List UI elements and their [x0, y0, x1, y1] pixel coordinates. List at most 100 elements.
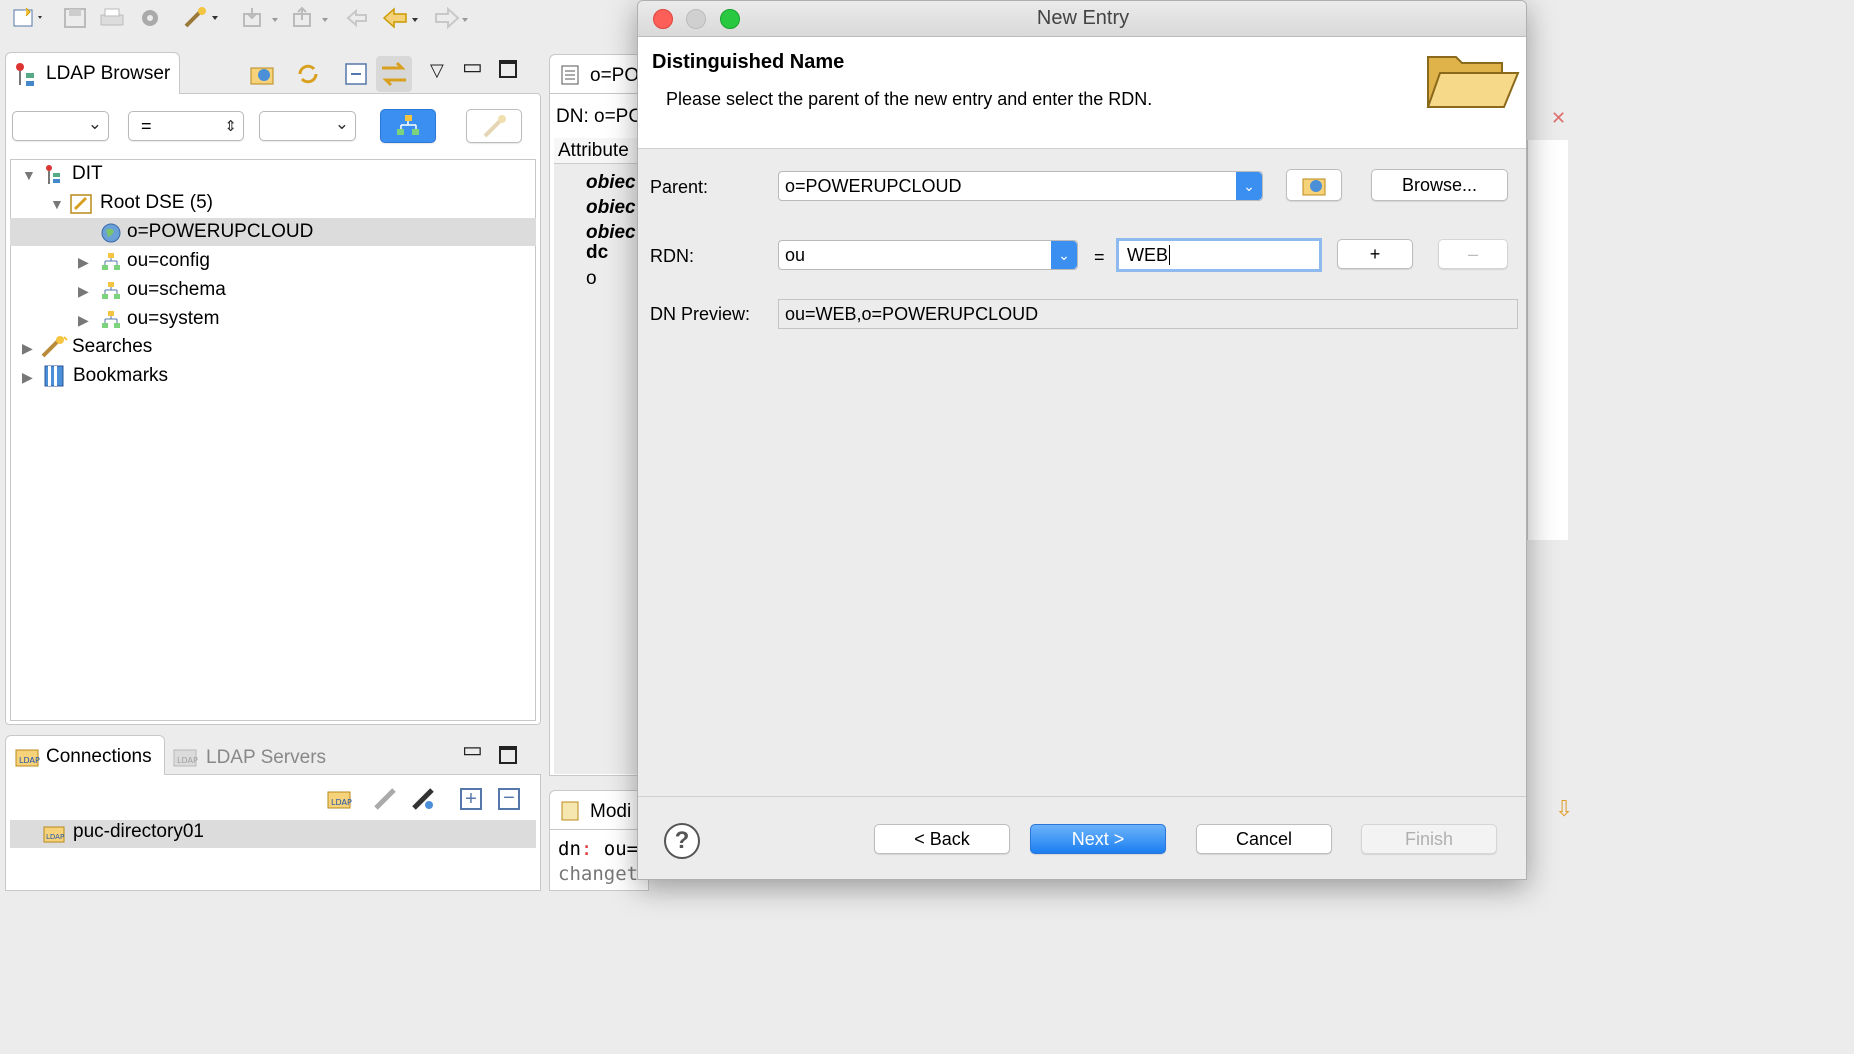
- ldap-servers-icon: LDAP: [172, 744, 200, 775]
- tab-connections[interactable]: LDAP Connections: [5, 735, 165, 775]
- filter-attribute-combo[interactable]: ⌄: [12, 111, 109, 141]
- modification-log-icon: [560, 800, 582, 827]
- dit-icon: [44, 164, 64, 184]
- entry-editor-icon: [560, 64, 580, 91]
- attribute-name: obiec: [586, 197, 636, 218]
- globe-icon: [100, 222, 121, 243]
- svg-text:LDAP: LDAP: [331, 798, 352, 807]
- expanded-arrow-icon[interactable]: ▼: [22, 161, 36, 189]
- add-rdn-button[interactable]: +: [1337, 239, 1413, 269]
- tab-modification-logs[interactable]: Modi: [549, 790, 649, 830]
- close-connection-icon[interactable]: [410, 786, 438, 817]
- print-icon[interactable]: [98, 6, 126, 36]
- filter-value-combo[interactable]: ⌄: [259, 111, 356, 141]
- forward-icon[interactable]: [430, 6, 474, 36]
- searches-icon: [40, 335, 68, 358]
- ldif-changetype: changet: [558, 863, 639, 885]
- remove-rdn-button[interactable]: –: [1438, 239, 1508, 269]
- attribute-name: obiec: [586, 222, 636, 243]
- collapsed-arrow-icon[interactable]: ▶: [78, 306, 89, 334]
- chevron-down-icon: ⌄: [87, 114, 102, 133]
- browse-button[interactable]: Browse...: [1371, 169, 1508, 201]
- attribute-table: Attribute obiec obiec obiec dc o: [554, 138, 650, 774]
- dialog-titlebar: New Entry: [638, 1, 1526, 37]
- ldap-browser-icon: [14, 61, 42, 94]
- maximize-icon[interactable]: [499, 60, 517, 78]
- rdn-type-combo[interactable]: ou ⌄: [778, 240, 1078, 270]
- dn-label: DN: o=PC: [556, 106, 643, 127]
- svg-text:LDAP: LDAP: [46, 833, 64, 841]
- tab-entry-editor[interactable]: o=PO: [549, 54, 649, 94]
- wizard-description: Please select the parent of the new entr…: [666, 89, 1153, 109]
- collapse-all-icon[interactable]: −: [498, 788, 520, 810]
- rdn-value-input[interactable]: WEB: [1116, 238, 1322, 272]
- chevron-down-icon: ⌄: [1051, 241, 1077, 269]
- expanded-arrow-icon[interactable]: ▼: [50, 190, 64, 218]
- org-unit-icon: [100, 251, 120, 271]
- attribute-name: dc: [586, 242, 609, 263]
- folder-icon: [1424, 43, 1520, 118]
- view-menu-icon[interactable]: ▽: [430, 60, 444, 81]
- collapsed-arrow-icon[interactable]: ▶: [22, 363, 33, 391]
- home-icon[interactable]: [248, 60, 276, 93]
- svg-text:LDAP: LDAP: [19, 756, 40, 765]
- tree-filter-icon: [397, 115, 419, 135]
- open-connection-icon[interactable]: [372, 786, 400, 817]
- bookmarks-icon: [42, 364, 64, 387]
- minimize-icon[interactable]: ▭: [462, 54, 483, 80]
- undo-icon[interactable]: [342, 6, 372, 36]
- collapsed-arrow-icon[interactable]: ▶: [78, 248, 89, 276]
- new-icon[interactable]: [10, 6, 44, 36]
- org-unit-icon: [100, 280, 120, 300]
- dn-preview-field: ou=WEB,o=POWERUPCLOUD: [778, 299, 1518, 329]
- next-button[interactable]: Next >: [1030, 824, 1166, 854]
- parent-label: Parent:: [650, 177, 709, 197]
- export-icon[interactable]: [290, 6, 332, 36]
- delete-icon[interactable]: ✕: [1551, 108, 1566, 129]
- collapsed-arrow-icon[interactable]: ▶: [78, 277, 89, 305]
- ldif-dn-key: dn: [558, 838, 581, 860]
- apply-filter-button[interactable]: [380, 109, 436, 143]
- collapse-all-icon[interactable]: [342, 60, 370, 93]
- tab-ldap-browser[interactable]: LDAP Browser: [5, 52, 180, 94]
- filter-operator-combo[interactable]: = ⇕: [128, 111, 244, 141]
- chevron-down-icon: ⌄: [1236, 172, 1262, 200]
- import-icon[interactable]: [240, 6, 282, 36]
- attribute-name: o: [586, 268, 597, 289]
- expand-all-icon[interactable]: +: [460, 788, 482, 810]
- cancel-button[interactable]: Cancel: [1196, 824, 1332, 854]
- equals-label: =: [1094, 247, 1105, 267]
- search-wand-icon[interactable]: [182, 6, 222, 36]
- back-button[interactable]: < Back: [874, 824, 1010, 854]
- minimize-icon[interactable]: ▭: [462, 737, 483, 763]
- new-connection-icon[interactable]: LDAP: [326, 786, 354, 817]
- wizard-heading: Distinguished Name: [652, 51, 845, 73]
- down-arrow-icon[interactable]: ⇩: [1555, 796, 1573, 822]
- gear-icon[interactable]: [136, 6, 164, 36]
- chevron-down-icon: ⌄: [334, 114, 349, 133]
- attribute-column-header[interactable]: Attribute: [558, 140, 629, 162]
- finish-button[interactable]: Finish: [1361, 824, 1497, 854]
- dialog-title: New Entry: [1036, 7, 1130, 29]
- ldif-dn-value: ou=: [603, 838, 639, 860]
- parent-combo[interactable]: o=POWERUPCLOUD ⌄: [778, 171, 1263, 201]
- right-panel-strip: ✕ ⇩: [1527, 40, 1573, 891]
- ldif-separator: :: [580, 838, 593, 860]
- home-icon: [1302, 178, 1326, 196]
- clear-filter-button[interactable]: [466, 109, 522, 143]
- org-unit-icon: [100, 309, 120, 329]
- back-icon[interactable]: [380, 6, 424, 36]
- wizard-header: Distinguished Name Please select the par…: [638, 37, 1526, 149]
- connection-icon: LDAP: [42, 822, 68, 851]
- collapsed-arrow-icon[interactable]: ▶: [22, 334, 33, 362]
- connection-row[interactable]: LDAP puc-directory01: [10, 820, 536, 848]
- browse-parent-icon-button[interactable]: [1286, 169, 1342, 201]
- maximize-icon[interactable]: [499, 746, 517, 764]
- root-dse-icon: [70, 193, 92, 214]
- modification-log-panel: dn: ou= changet: [549, 829, 649, 891]
- refresh-icon[interactable]: [294, 60, 322, 93]
- help-icon[interactable]: ?: [664, 823, 700, 859]
- save-icon[interactable]: [62, 6, 90, 36]
- link-with-editor-icon[interactable]: [376, 56, 412, 92]
- dn-preview-label: DN Preview:: [650, 304, 751, 324]
